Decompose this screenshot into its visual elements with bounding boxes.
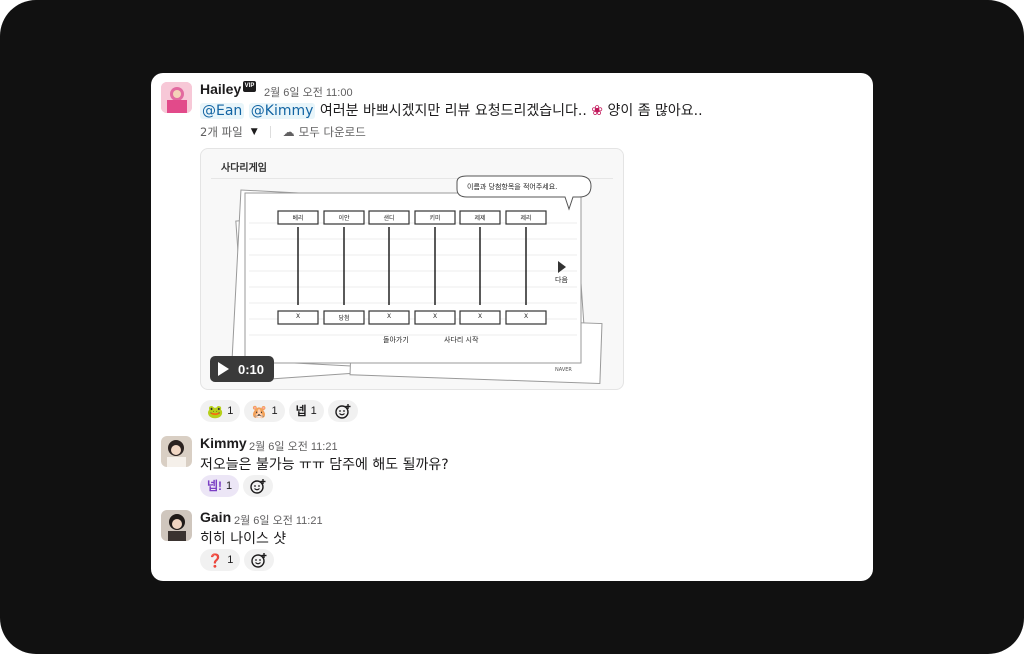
download-all-link[interactable]: 모두 다운로드 [299,124,366,140]
message-gain: Gain 2월 6일 오전 11:21 히히 나이스 샷 ❓ 1 [151,507,873,577]
reaction-question[interactable]: ❓ 1 [200,549,241,571]
add-reaction-button[interactable] [243,475,274,497]
start-label: 사다리 시작 [444,336,479,344]
message-panel: Hailey VIP 2월 6일 오전 11:00 @Ean @Kimmy 여러… [151,73,873,581]
frog-emoji-icon: 🐸 [207,403,224,419]
video-preview[interactable]: 사다리게임 이름과 당첨항목을 적어주세요. 베리 이안 샌디 키미 제제 제리… [200,148,624,390]
nep-emoji-icon: 넵! [207,479,223,493]
ladder-result: X [477,313,483,320]
mention-ean[interactable]: @Ean [200,103,245,119]
reaction-count: 1 [226,480,233,492]
cloud-download-icon[interactable]: ☁ [283,125,295,139]
question-emoji-icon: ❓ [207,552,224,568]
ladder-name: 샌디 [383,215,395,222]
ladder-result: X [523,313,529,320]
add-emoji-icon [250,479,266,494]
add-reaction-button[interactable] [244,549,275,571]
rose-emoji-icon: ❀ [591,103,604,119]
avatar-kimmy-image [161,436,192,467]
author-name[interactable]: Hailey [200,81,241,97]
add-emoji-icon [335,404,351,419]
avatar[interactable] [161,82,192,113]
speech-bubble-text: 이름과 당첨항목을 적어주세요. [467,183,558,191]
reaction-count: 1 [271,405,278,417]
timestamp[interactable]: 2월 6일 오전 11:21 [249,438,338,454]
reaction-nep[interactable]: 넵! 1 [200,475,240,497]
message-text: 히히 나이스 샷 [200,531,287,547]
ladder-name: 키미 [429,215,441,222]
video-duration: 0:10 [238,361,265,377]
nep-emoji-icon: 넵 [295,404,307,418]
ladder-result: X [386,313,392,320]
reaction-frog[interactable]: 🐸 1 [200,400,241,422]
ladder-name: 제리 [520,215,532,222]
reaction-hamster[interactable]: 🐹 1 [244,400,285,422]
vip-badge: VIP [243,81,256,92]
ladder-name: 베리 [292,215,304,222]
reactions-bar: 🐸 1 🐹 1 넵 1 [200,400,358,422]
reaction-count: 1 [227,405,234,417]
reactions-bar: ❓ 1 [200,549,275,571]
play-icon [218,362,229,376]
ladder-result: X [432,313,438,320]
avatar-gain-image [161,510,192,541]
divider [269,126,271,138]
files-count[interactable]: 2개 파일 [200,124,243,140]
timestamp[interactable]: 2월 6일 오전 11:00 [264,84,353,100]
add-reaction-button[interactable] [327,400,358,422]
avatar[interactable] [161,510,192,541]
next-label: 다음 [555,276,568,284]
reaction-count: 1 [310,405,317,417]
message-hailey: Hailey VIP 2월 6일 오전 11:00 @Ean @Kimmy 여러… [151,73,873,423]
author-name[interactable]: Kimmy [200,435,247,451]
mention-kimmy[interactable]: @Kimmy [248,103,316,119]
chevron-down-icon[interactable]: ▼ [251,127,258,137]
avatar[interactable] [161,436,192,467]
files-bar: 2개 파일 ▼ ☁ 모두 다운로드 [200,124,366,140]
author-name[interactable]: Gain [200,509,231,525]
avatar-hailey-image [161,82,192,113]
play-button[interactable]: 0:10 [210,356,274,382]
reaction-count: 1 [227,554,234,566]
ladder-name: 이안 [338,215,350,222]
message-body: 여러분 바쁘시겠지만 리뷰 요청드리겠습니다.. [319,103,587,119]
back-label: 돌아가기 [383,336,409,344]
ladder-result: 당첨 [338,315,350,322]
ladder-sketch [211,175,613,385]
ladder-name: 제제 [474,215,486,222]
add-emoji-icon [251,553,267,568]
message-text: 저오늘은 불가능 ㅠㅠ 담주에 해도 될까유? [200,457,449,473]
brand-watermark: NAVER [555,367,572,373]
ladder-result: X [295,313,301,320]
message-body-tail: 양이 좀 많아요.. [607,103,703,119]
message-text: @Ean @Kimmy 여러분 바쁘시겠지만 리뷰 요청드리겠습니다.. ❀ 양… [200,100,703,120]
reactions-bar: 넵! 1 [200,475,274,497]
reaction-nep[interactable]: 넵 1 [288,400,324,422]
message-kimmy: Kimmy 2월 6일 오전 11:21 저오늘은 불가능 ㅠㅠ 담주에 해도 … [151,433,873,503]
timestamp[interactable]: 2월 6일 오전 11:21 [234,512,323,528]
hamster-emoji-icon: 🐹 [251,403,268,419]
